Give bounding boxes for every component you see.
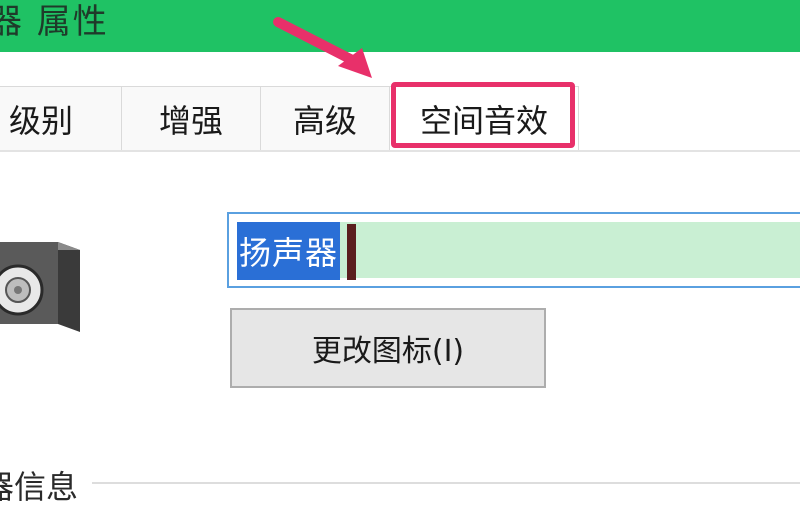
section-label: 器信息 (0, 468, 79, 506)
section-divider (92, 482, 800, 484)
tab-spatial-sound[interactable]: 空间音效 (389, 86, 579, 150)
tab-levels[interactable]: 级别 (0, 86, 122, 150)
change-icon-button[interactable]: 更改图标(I) (230, 308, 546, 388)
tab-enhancements[interactable]: 增强 (121, 86, 261, 150)
window-title: 器 属性 (0, 2, 109, 42)
annotation-arrow-icon (273, 17, 372, 78)
tab-advanced[interactable]: 高级 (260, 86, 390, 150)
speaker-icon (0, 242, 80, 332)
device-name-selection: 扬声器 (237, 222, 341, 280)
tab-label: 增强 (158, 101, 223, 140)
title-bar: 器 属性 (0, 0, 800, 52)
tab-label: 级别 (8, 101, 73, 140)
tab-label: 高级 (292, 101, 357, 140)
device-name-field[interactable]: 扬声器 (227, 212, 800, 288)
text-caret (347, 224, 356, 280)
tab-label: 空间音效 (419, 101, 548, 140)
